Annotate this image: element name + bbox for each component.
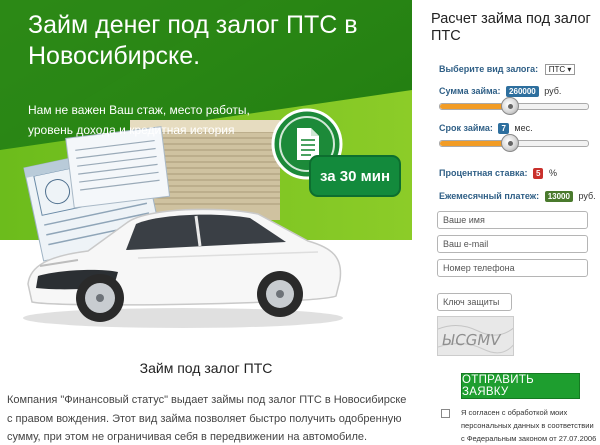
article-text: Компания "Финансовый статус" выдает займ… bbox=[7, 394, 407, 443]
loan-type-row: Выберите вид залога: ПТС ▾ bbox=[439, 64, 576, 76]
rate-row: Процентная ставка: 5 % bbox=[439, 168, 557, 180]
loan-type-select[interactable]: ПТС ▾ bbox=[544, 64, 576, 76]
name-input[interactable]: Ваше имя bbox=[437, 211, 588, 229]
amount-unit: руб. bbox=[544, 86, 562, 96]
captcha-image: ЫCGMV bbox=[437, 316, 514, 356]
promo-banner: за 30 мин Займ денег под залог ПТС в Нов… bbox=[0, 0, 412, 335]
amount-label: Сумма займа: bbox=[439, 86, 501, 96]
consent-text: Я согласен с обработкой моих персональны… bbox=[461, 408, 597, 443]
white-car-illustration bbox=[23, 208, 343, 328]
email-input[interactable]: Ваш e-mail bbox=[437, 235, 588, 253]
term-value: 7 bbox=[498, 123, 509, 135]
amount-slider-handle[interactable] bbox=[500, 97, 519, 115]
consent-checkbox-wrap bbox=[441, 407, 455, 418]
time-badge: за 30 мин bbox=[309, 155, 401, 197]
article-title: Займ под залог ПТС bbox=[139, 360, 273, 376]
rate-label: Процентная ставка: bbox=[439, 168, 528, 178]
captcha-noise: ЫCGMV bbox=[438, 317, 513, 355]
amount-slider-fill bbox=[440, 104, 510, 109]
term-slider-handle[interactable] bbox=[500, 134, 519, 152]
term-slider[interactable] bbox=[439, 134, 589, 152]
amount-slider[interactable] bbox=[439, 97, 589, 115]
captcha-input[interactable]: Ключ защиты bbox=[437, 293, 512, 311]
term-label: Срок займа: bbox=[439, 123, 493, 133]
banner-title: Займ денег под залог ПТС в Новосибирске. bbox=[28, 11, 358, 70]
amount-value: 260000 bbox=[506, 86, 539, 98]
submit-application-button[interactable]: ОТПРАВИТЬ ЗАЯВКУ bbox=[461, 373, 580, 399]
rate-unit: % bbox=[548, 168, 557, 178]
rate-value: 5 bbox=[533, 168, 544, 180]
term-unit: мес. bbox=[514, 123, 533, 133]
term-slider-fill bbox=[440, 141, 510, 146]
payment-row: Ежемесячный платеж: 13000 руб. bbox=[439, 191, 596, 203]
payment-value: 13000 bbox=[544, 191, 573, 203]
term-row: Срок займа: 7 мес. bbox=[439, 123, 533, 135]
captcha-text: ЫCGMV bbox=[440, 331, 502, 349]
phone-input[interactable]: Номер телефона bbox=[437, 259, 588, 277]
payment-label: Ежемесячный платеж: bbox=[439, 191, 540, 201]
amount-row: Сумма займа: 260000 руб. bbox=[439, 86, 562, 98]
consent-checkbox[interactable] bbox=[441, 409, 450, 418]
payment-unit: руб. bbox=[578, 191, 596, 201]
loan-type-label: Выберите вид залога: bbox=[439, 64, 539, 74]
calculator-title: Расчет займа под залог ПТС bbox=[431, 11, 591, 44]
banner-subtitle: Нам не важен Ваш стаж, место работы, уро… bbox=[28, 103, 250, 137]
